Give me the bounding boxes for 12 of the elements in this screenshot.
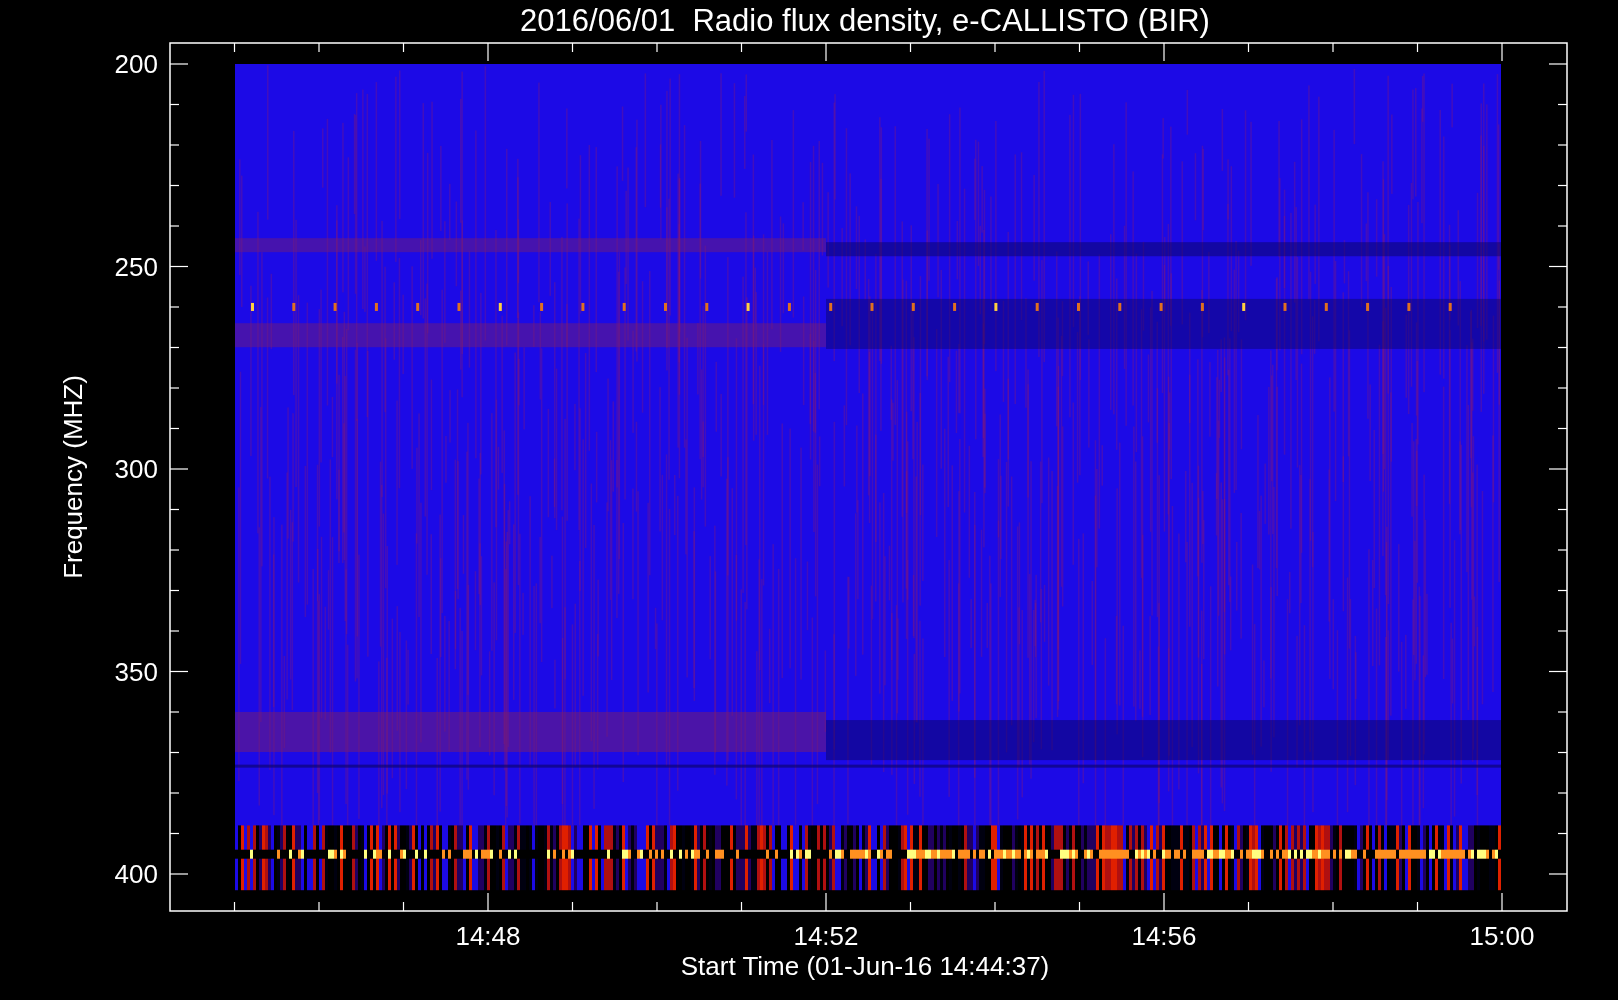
y-tick-label: 200 <box>114 49 158 79</box>
y-tick-label: 300 <box>114 454 158 484</box>
x-tick-label: 14:52 <box>793 921 859 951</box>
x-axis-label: Start Time (01-Jun-16 14:44:37) <box>680 951 1050 981</box>
x-tick-label: 15:00 <box>1469 921 1535 951</box>
chart-title: 2016/06/01 Radio flux density, e-CALLISTO (BIR) <box>520 3 1210 38</box>
y-tick-label: 250 <box>114 251 158 282</box>
y-axis-label: Frequency (MHZ) <box>58 375 88 579</box>
y-tick-label: 400 <box>114 859 158 889</box>
x-tick-label: 14:56 <box>1131 921 1197 951</box>
x-tick-label: 14:48 <box>455 921 521 951</box>
y-tick-label: 350 <box>114 656 158 687</box>
